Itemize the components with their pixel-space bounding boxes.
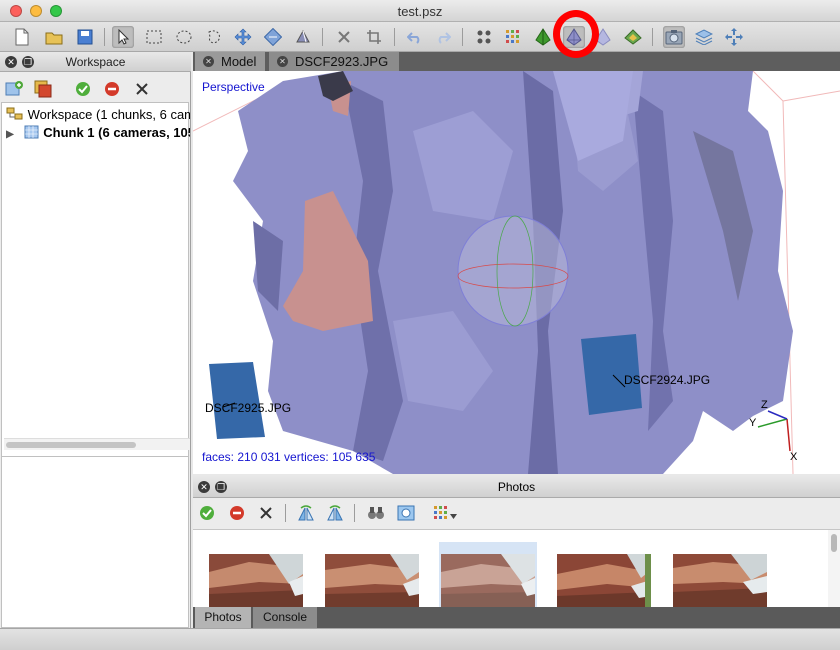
tab-photos[interactable]: Photos (195, 607, 251, 628)
new-document-icon[interactable] (11, 26, 33, 48)
navigation-cursor-icon[interactable] (112, 26, 134, 48)
status-bar (0, 628, 840, 650)
expand-arrow-icon[interactable]: ▶ (6, 126, 20, 142)
main-toolbar (0, 22, 840, 52)
close-panel-icon[interactable]: ✕ (198, 481, 210, 493)
enable-camera-icon[interactable] (196, 502, 218, 524)
point-cloud-icon[interactable] (473, 26, 495, 48)
axis-z-label: Z (761, 399, 768, 411)
photo-thumbnail-selected[interactable] (439, 542, 537, 607)
redo-icon[interactable] (432, 26, 454, 48)
textured-model-icon[interactable] (622, 26, 644, 48)
float-panel-icon[interactable]: ❐ (22, 56, 34, 68)
tab-console[interactable]: Console (253, 607, 317, 628)
add-chunk-icon[interactable] (3, 78, 25, 100)
undo-icon[interactable] (404, 26, 426, 48)
window-title: test.psz (397, 4, 443, 19)
photos-thumbnail-area (193, 529, 840, 607)
photo-thumbnail-image (209, 554, 303, 607)
open-folder-icon[interactable] (43, 26, 65, 48)
photo-thumbnail[interactable] (555, 542, 653, 607)
camera-label-2924: DSCF2924.JPG (624, 373, 711, 387)
tab-model[interactable]: ✕ Model (195, 52, 265, 71)
photo-thumbnail[interactable] (671, 542, 769, 607)
close-panel-icon[interactable]: ✕ (5, 56, 17, 68)
crop-selection-icon[interactable] (363, 26, 385, 48)
photo-thumbnail[interactable] (207, 542, 305, 607)
reset-view-icon[interactable] (723, 26, 745, 48)
photo-thumbnail-image (557, 554, 651, 607)
save-icon[interactable] (74, 26, 96, 48)
title-bar: test.psz (0, 0, 840, 22)
workspace-icon (6, 107, 23, 120)
workspace-panel: ✕ ❐ Workspace Workspace (1 chunks, 6 cam… (0, 52, 191, 628)
binoculars-icon[interactable] (365, 502, 387, 524)
remove-item-icon[interactable] (131, 78, 153, 100)
move-object-icon[interactable] (232, 26, 254, 48)
photos-vscrollbar[interactable] (828, 530, 840, 607)
highlight-circle (553, 10, 599, 58)
axis-x-label: X (790, 451, 798, 463)
rotate-right-icon[interactable] (324, 502, 346, 524)
photo-thumbnail[interactable] (323, 542, 421, 607)
bottom-tab-bar: Photos Console (193, 607, 840, 628)
chunk-label: Chunk 1 (6 cameras, 105,635 points) (43, 125, 190, 140)
add-photos-icon[interactable] (32, 78, 54, 100)
photos-panel: ✕ ❐ Photos (193, 476, 840, 628)
tree-row-chunk[interactable]: ▶ Chunk 1 (6 cameras, 105,635 points) (6, 124, 190, 142)
rectangle-selection-icon[interactable] (143, 26, 165, 48)
workspace-panel-header: ✕ ❐ Workspace (0, 52, 191, 72)
show-region-icon[interactable] (693, 26, 715, 48)
disable-camera-icon[interactable] (101, 78, 123, 100)
scale-object-icon[interactable] (292, 26, 314, 48)
show-cameras-icon[interactable] (663, 26, 685, 48)
tab-photo-label: DSCF2923.JPG (295, 54, 389, 69)
float-panel-icon[interactable]: ❐ (215, 481, 227, 493)
photo-view-icon[interactable] (395, 502, 417, 524)
model-viewport[interactable]: Perspective faces: 210 031 vertices: 105… (193, 71, 840, 474)
photo-thumbnail-image (441, 554, 535, 607)
close-tab-icon[interactable]: ✕ (203, 56, 214, 67)
photo-thumbnail-image (673, 554, 767, 607)
close-tab-icon[interactable]: ✕ (277, 56, 288, 67)
projection-label: Perspective (202, 80, 265, 94)
tab-photo[interactable]: ✕ DSCF2923.JPG (269, 52, 399, 71)
remove-photo-icon[interactable] (255, 502, 277, 524)
workspace-toolbar (0, 74, 191, 102)
circle-selection-icon[interactable] (173, 26, 195, 48)
dense-cloud-icon[interactable] (502, 26, 524, 48)
delete-selection-icon[interactable] (333, 26, 355, 48)
mesh-stats-label: faces: 210 031 vertices: 105 635 (202, 450, 376, 464)
view-mode-dropdown[interactable] (431, 502, 461, 524)
workspace-panel-title: Workspace (65, 55, 126, 69)
viewer-tab-bar: ✕ Model ✕ DSCF2923.JPG (193, 52, 840, 71)
workspace-hscrollbar[interactable] (4, 438, 190, 450)
photos-panel-header: ✕ ❐ Photos (193, 476, 840, 498)
photos-toolbar (193, 500, 840, 526)
workspace-tree: Workspace (1 chunks, 6 cameras) ▶ Chunk … (1, 102, 190, 492)
rotate-left-icon[interactable] (295, 502, 317, 524)
photos-panel-title: Photos (497, 480, 536, 494)
chunk-icon (24, 125, 39, 139)
tab-model-label: Model (221, 54, 257, 69)
free-form-selection-icon[interactable] (203, 26, 225, 48)
disable-camera-icon[interactable] (226, 502, 248, 524)
enable-camera-icon[interactable] (72, 78, 94, 100)
camera-label-2925: DSCF2925.JPG (205, 401, 292, 415)
photo-thumbnail-image (325, 554, 419, 607)
rotate-object-icon[interactable] (262, 26, 284, 48)
tree-row-workspace[interactable]: Workspace (1 chunks, 6 cameras) (6, 106, 190, 124)
axis-y-label: Y (749, 417, 757, 429)
properties-pane (1, 456, 189, 628)
workspace-root-label: Workspace (1 chunks, 6 cameras) (27, 107, 190, 122)
shaded-model-icon[interactable] (532, 26, 554, 48)
